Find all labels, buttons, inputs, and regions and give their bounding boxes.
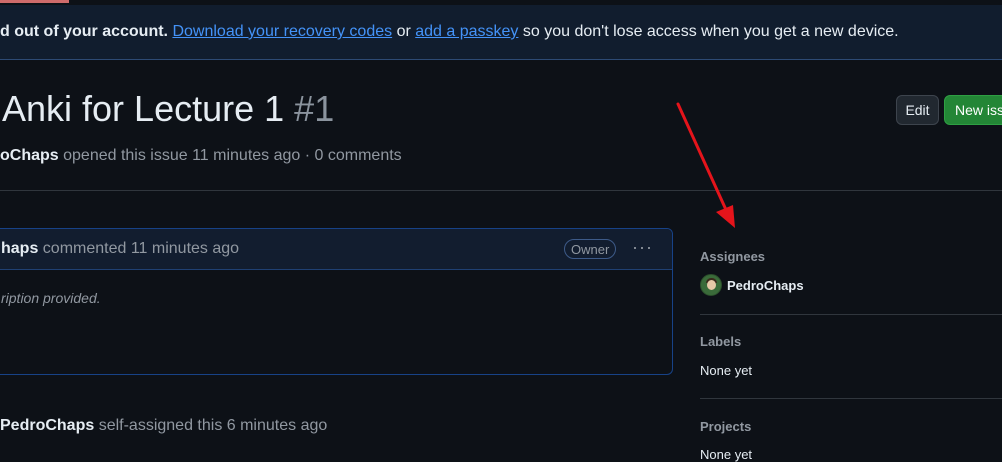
annotation-arrow-icon (676, 102, 735, 228)
